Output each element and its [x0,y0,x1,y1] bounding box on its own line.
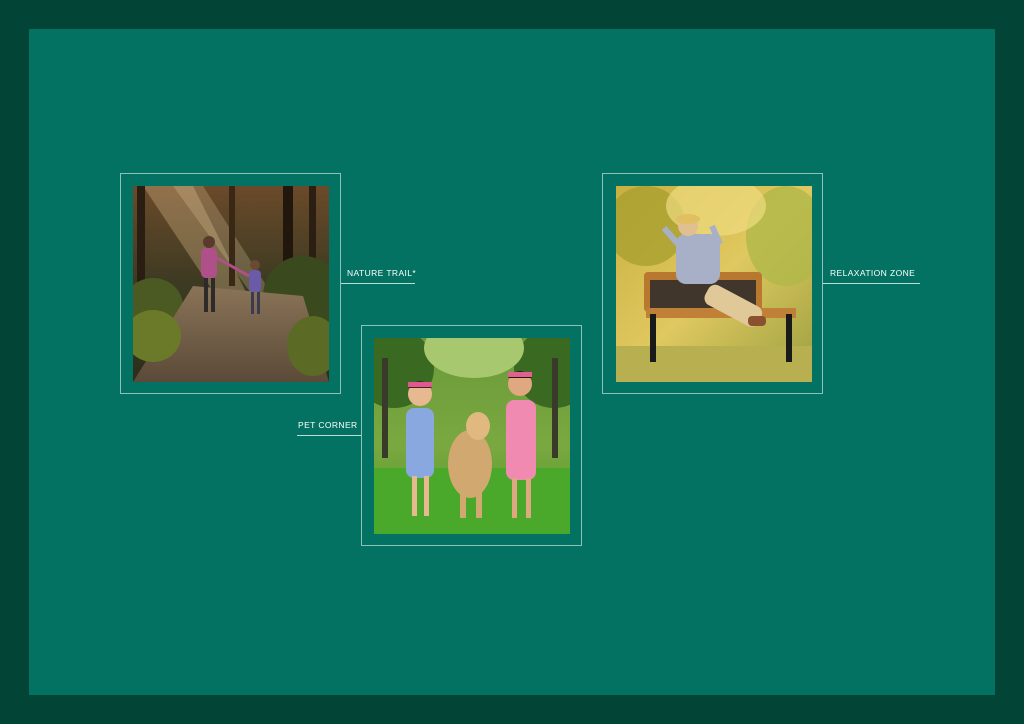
relaxation-zone-leader [823,283,920,284]
pet-corner-label: PET CORNER [298,420,358,430]
nature-trail-label: NATURE TRAIL* [347,268,417,278]
nature-trail-leader [341,283,415,284]
relaxation-zone-photo [616,186,812,382]
pet-corner-photo [374,338,570,534]
pet-corner-leader [297,435,361,436]
relaxation-zone-label: RELAXATION ZONE [830,268,916,278]
nature-trail-photo [133,186,329,382]
